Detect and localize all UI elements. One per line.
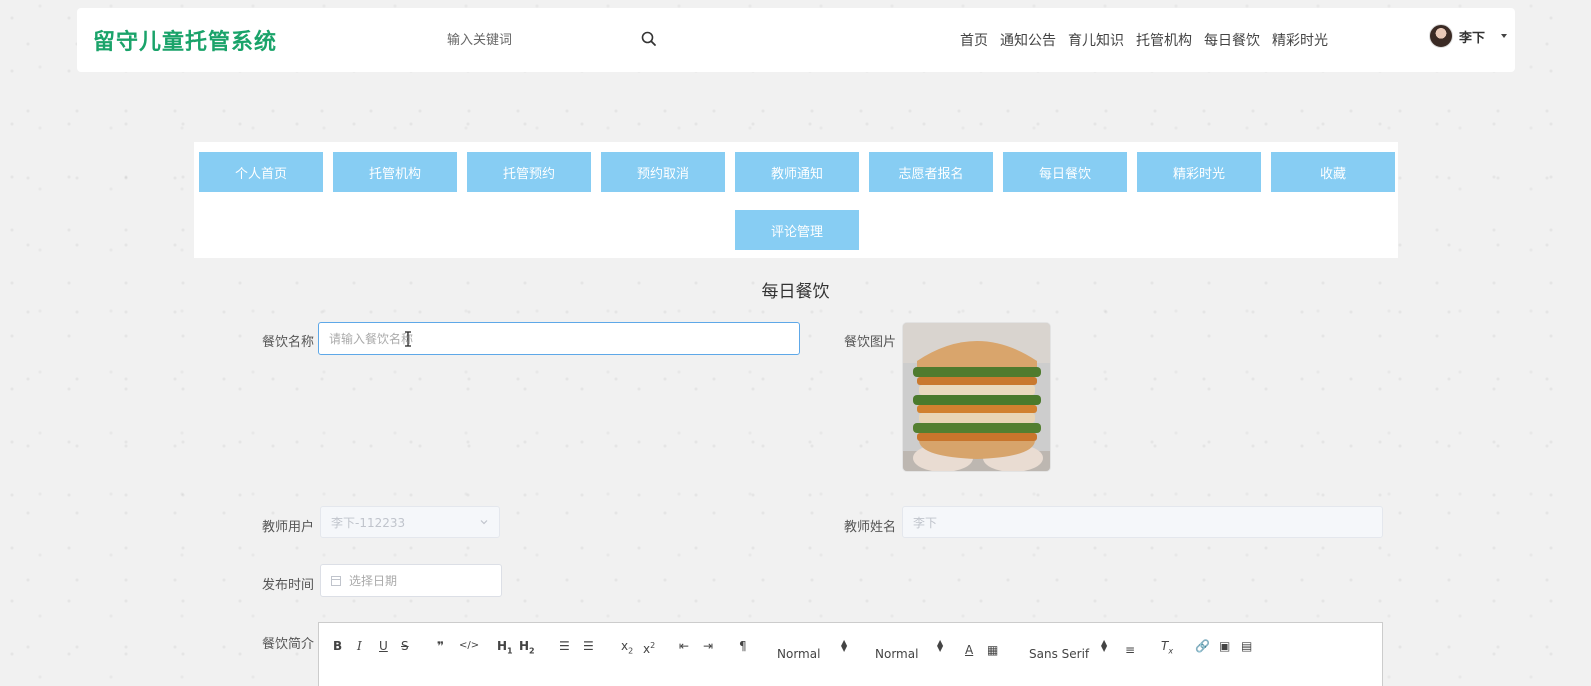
rich-text-editor[interactable]: B I U S ❞ </> H1 H2 ☰ ☰ x2 x2 ⇤ ⇥ ¶ Norm… — [318, 622, 1383, 686]
menu-daily-meals[interactable]: 每日餐饮 — [1003, 152, 1127, 192]
image-icon[interactable]: ▣ — [1219, 638, 1230, 654]
meal-intro-label: 餐饮简介 — [262, 637, 315, 652]
font-picker-arrows-icon: ▲ ▼ — [1101, 638, 1108, 653]
teacher-user-select[interactable]: 李下-112233 — [320, 506, 500, 538]
chevron-down-icon — [480, 520, 488, 525]
user-menu[interactable]: 李下 — [1429, 24, 1508, 48]
underline-icon[interactable]: U — [379, 638, 388, 654]
search-input[interactable] — [437, 26, 662, 54]
text-color-icon[interactable]: A — [965, 642, 973, 658]
text-direction-icon[interactable]: ¶ — [739, 638, 747, 654]
bullet-list-icon[interactable]: ☰ — [583, 638, 594, 654]
text-cursor-icon — [405, 331, 411, 347]
teacher-user-label: 教师用户 — [262, 520, 315, 535]
teacher-name-label: 教师姓名 — [844, 520, 897, 535]
search-icon[interactable] — [640, 30, 658, 48]
nav-institutions[interactable]: 托管机构 — [1136, 30, 1192, 50]
nav-parenting[interactable]: 育儿知识 — [1068, 30, 1124, 50]
indent-icon[interactable]: ⇥ — [703, 638, 713, 654]
menu-cancel-booking[interactable]: 预约取消 — [601, 152, 725, 192]
menu-booking[interactable]: 托管预约 — [467, 152, 591, 192]
meal-image-label: 餐饮图片 — [844, 335, 897, 350]
italic-icon[interactable]: I — [357, 638, 362, 654]
teacher-name-value: 李下 — [913, 515, 938, 530]
user-name[interactable]: 李下 — [1459, 27, 1485, 46]
sandwich-image — [903, 323, 1050, 471]
header-picker-arrows-icon: ▲ ▼ — [841, 638, 848, 653]
site-logo[interactable]: 留守儿童托管系统 — [93, 24, 277, 56]
menu-highlights[interactable]: 精彩时光 — [1137, 152, 1261, 192]
menu-favorites[interactable]: 收藏 — [1271, 152, 1395, 192]
center-menu-panel: 个人首页 托管机构 托管预约 预约取消 教师通知 志愿者报名 每日餐饮 精彩时光… — [194, 142, 1398, 258]
ordered-list-icon[interactable]: ☰ — [559, 638, 570, 654]
size-picker[interactable]: Normal — [875, 647, 918, 661]
superscript-icon[interactable]: x2 — [643, 638, 655, 657]
teacher-user-value: 李下-112233 — [331, 515, 406, 530]
meal-name-input[interactable]: 请输入餐饮名称 — [318, 322, 800, 355]
heading1-icon[interactable]: H1 — [497, 638, 513, 659]
align-icon[interactable]: ≡ — [1125, 642, 1135, 658]
menu-comment-management[interactable]: 评论管理 — [735, 210, 859, 250]
code-block-icon[interactable]: </> — [459, 638, 479, 654]
size-picker-arrows-icon: ▲ ▼ — [937, 638, 944, 653]
video-icon[interactable]: ▤ — [1241, 638, 1252, 654]
nav-daily-meals[interactable]: 每日餐饮 — [1204, 30, 1260, 50]
top-header: 留守儿童托管系统 首页 通知公告 育儿知识 托管机构 每日餐饮 精彩时光 李下 — [77, 8, 1515, 72]
nav-highlights[interactable]: 精彩时光 — [1272, 30, 1328, 50]
heading2-icon[interactable]: H2 — [519, 638, 535, 659]
publish-date-picker[interactable]: 选择日期 — [320, 564, 502, 597]
nav-notices[interactable]: 通知公告 — [1000, 30, 1056, 50]
search-box — [437, 26, 662, 54]
publish-date-placeholder: 选择日期 — [349, 574, 398, 588]
top-nav: 首页 通知公告 育儿知识 托管机构 每日餐饮 精彩时光 — [960, 30, 1328, 50]
background-color-icon[interactable]: ▦ — [987, 642, 998, 658]
outdent-icon[interactable]: ⇤ — [679, 638, 689, 654]
menu-institutions[interactable]: 托管机构 — [333, 152, 457, 192]
meal-name-label: 餐饮名称 — [262, 335, 315, 350]
menu-personal-home[interactable]: 个人首页 — [199, 152, 323, 192]
clear-format-icon[interactable]: Tx — [1161, 638, 1173, 659]
avatar[interactable] — [1429, 24, 1453, 48]
teacher-name-input[interactable]: 李下 — [902, 506, 1383, 538]
subscript-icon[interactable]: x2 — [621, 638, 633, 659]
caret-down-icon[interactable] — [1501, 34, 1508, 38]
font-picker[interactable]: Sans Serif — [1029, 647, 1089, 661]
strike-icon[interactable]: S — [401, 638, 409, 654]
meal-name-placeholder: 请输入餐饮名称 — [329, 332, 414, 346]
bold-icon[interactable]: B — [333, 638, 342, 654]
publish-time-label: 发布时间 — [262, 578, 315, 593]
menu-volunteer-signup[interactable]: 志愿者报名 — [869, 152, 993, 192]
page-title: 每日餐饮 — [761, 282, 830, 302]
menu-teacher-notice[interactable]: 教师通知 — [735, 152, 859, 192]
nav-home[interactable]: 首页 — [960, 30, 988, 50]
meal-image[interactable] — [902, 322, 1051, 472]
link-icon[interactable]: 🔗 — [1195, 638, 1210, 654]
calendar-icon — [331, 575, 341, 586]
header-picker[interactable]: Normal — [777, 647, 820, 661]
blockquote-icon[interactable]: ❞ — [437, 638, 444, 654]
